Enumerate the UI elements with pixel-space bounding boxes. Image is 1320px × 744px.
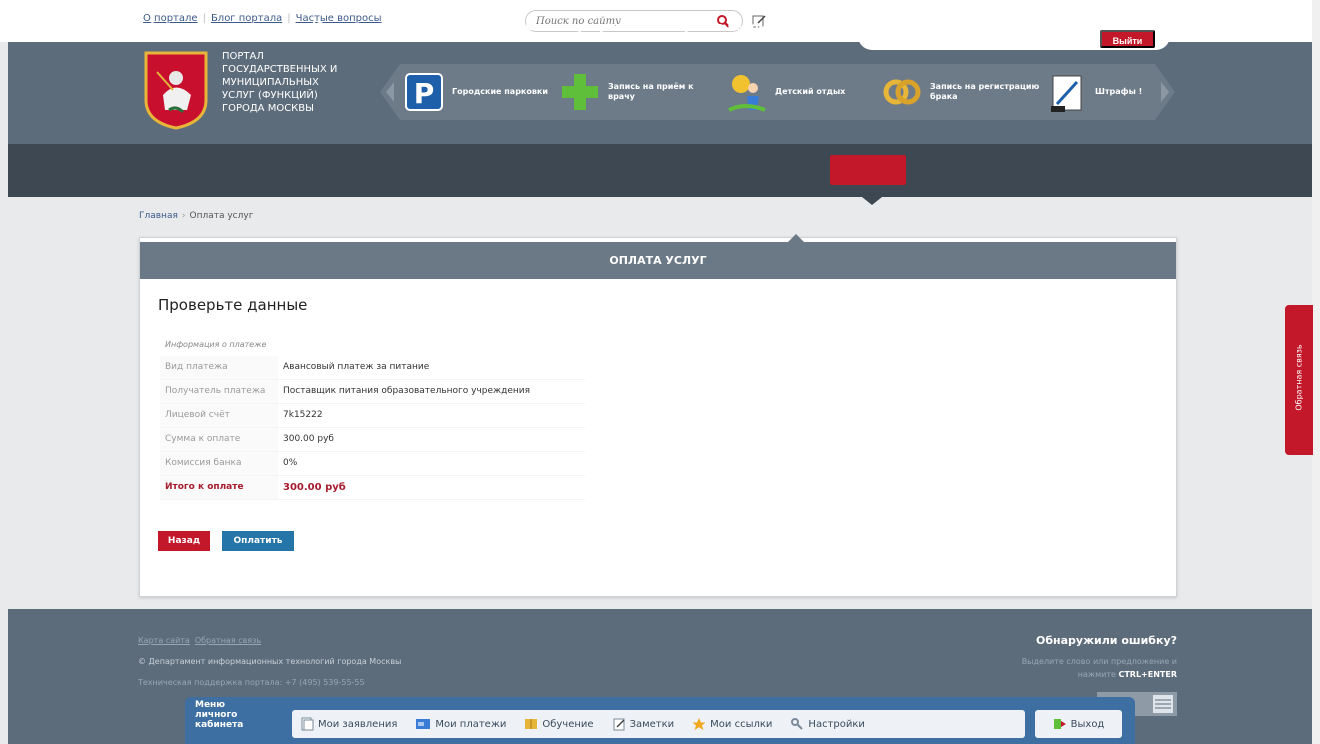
total-row: Итого к оплате 300.00 руб [160, 475, 585, 500]
education-icon [525, 719, 538, 729]
error-report-title: Обнаружили ошибку? [1036, 634, 1177, 647]
parking-icon: P [405, 73, 443, 111]
popular-services-strip: P Городские парковки Запись на приём к в… [380, 64, 1175, 120]
nav-electronic-services[interactable]: Электронные услуги [488, 0, 620, 53]
wedding-rings-icon [883, 79, 921, 105]
table-row: Лицевой счёт 7k15222 [160, 403, 585, 428]
footer-feedback-link[interactable]: Обратная связь [195, 636, 261, 645]
nav-individuals[interactable]: Физическим лицам [147, 0, 270, 53]
svg-text:P: P [414, 77, 435, 110]
star-icon [692, 718, 706, 730]
service-doctor[interactable]: Запись на приём к врачу [558, 64, 713, 120]
footer-support: Техническая поддержка портала: +7 (495) … [138, 678, 365, 687]
table-row: Сумма к оплате 300.00 руб [160, 427, 585, 452]
feedback-tab-label: Обратная связь [1294, 344, 1304, 411]
pay-button[interactable]: Оплатить [222, 531, 294, 551]
table-row: Комиссия банка 0% [160, 451, 585, 476]
page-title: Проверьте данные [158, 296, 308, 314]
fine-receipt-icon [1051, 75, 1082, 112]
my-applications-link[interactable]: Мои заявления [300, 717, 397, 731]
payment-info-caption: Информация о платеже [165, 340, 267, 349]
window-scrollbar[interactable] [1312, 0, 1320, 744]
portal-title[interactable]: Портал государственных и муниципальных у… [222, 50, 382, 115]
payment-details-table: Вид платежа Авансовый платеж за питание П… [160, 356, 585, 500]
back-button[interactable]: Назад [158, 531, 210, 551]
service-children-rest[interactable]: Детский отдых [725, 64, 875, 120]
settings-icon [791, 718, 804, 730]
footer-links: Карта сайта Обратная связь [138, 636, 266, 645]
sitemap-link[interactable]: Карта сайта [138, 636, 190, 645]
service-fines[interactable]: Штрафы ! [1045, 64, 1155, 120]
nav-pointer [862, 197, 882, 205]
exit-icon [1053, 719, 1066, 729]
footer-copyright: © Департамент информационных технологий … [138, 657, 402, 666]
service-marriage-registration[interactable]: Запись на регистрацию брака [880, 64, 1040, 120]
logout-button[interactable]: Выйти [1100, 30, 1155, 48]
panel-header: ОПЛАТА УСЛУГ [140, 242, 1176, 279]
personal-cabinet-menu: Мои заявления Мои платежи Обучение Замет… [292, 710, 1025, 738]
exit-button[interactable]: Выход [1035, 710, 1122, 738]
child-sun-icon [728, 75, 766, 112]
nav-services-by-department[interactable]: Услуги по ведомствам [661, 0, 804, 53]
notes-link[interactable]: Заметки [612, 717, 674, 731]
notes-icon [613, 718, 625, 731]
documents-icon [301, 717, 314, 731]
my-payments-link[interactable]: Мои платежи [415, 717, 506, 731]
table-row: Вид платежа Авансовый платеж за питание [160, 356, 585, 380]
education-link[interactable]: Обучение [524, 717, 594, 731]
nav-legal-entities[interactable]: Юридическим лицам [312, 0, 447, 53]
payments-icon [416, 719, 431, 729]
feedback-tab[interactable]: Обратная связь [1285, 305, 1313, 455]
payment-panel: ОПЛАТА УСЛУГ Проверьте данные Информация… [139, 234, 1177, 597]
breadcrumb-current: Оплата услуг [189, 211, 254, 221]
moscow-coat-of-arms-icon[interactable] [143, 50, 209, 130]
service-parking[interactable]: P Городские парковки [402, 64, 552, 120]
main-nav [8, 144, 1312, 197]
breadcrumb-home[interactable]: Главная [139, 211, 178, 221]
panel-notch [788, 234, 804, 242]
personal-cabinet-label: Меню личного кабинета [195, 700, 244, 730]
breadcrumb: Главная › Оплата услуг [139, 211, 254, 221]
table-row: Получатель платежа Поставщик питания обра… [160, 379, 585, 404]
error-report-text: Выделите слово или предложение и нажмите… [1021, 657, 1177, 679]
nav-active-highlight [830, 155, 906, 185]
medical-cross-icon [562, 74, 598, 110]
settings-link[interactable]: Настройки [790, 717, 865, 731]
my-links-link[interactable]: Мои ссылки [692, 717, 772, 731]
